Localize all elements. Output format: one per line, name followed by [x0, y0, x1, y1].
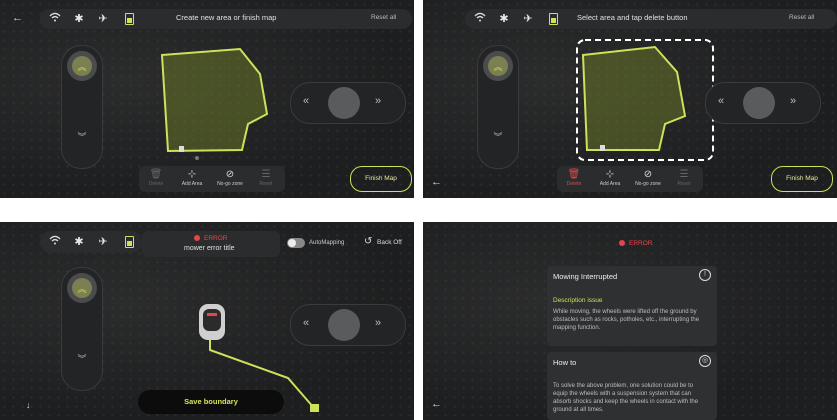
- chevron-down-icon: ︾: [77, 354, 87, 364]
- reset-tool[interactable]: ☰ Reset: [253, 169, 279, 187]
- wifi-icon: [48, 234, 62, 250]
- wifi-icon: [48, 11, 62, 27]
- trash-icon: 🗑: [149, 169, 163, 180]
- joystick-knob[interactable]: [328, 309, 360, 341]
- back-arrow-icon[interactable]: ←: [431, 398, 442, 410]
- error-description-card: Mowing Interrupted ! Description issue W…: [547, 266, 717, 346]
- chevron-up-icon: ︽: [77, 62, 87, 72]
- chevron-right-icon: »: [790, 95, 797, 107]
- error-dot-icon: [619, 240, 625, 246]
- chevron-left-icon: «: [718, 95, 725, 107]
- map-toolbar: 🗑 Delete ⊹ Add Area ⊘ No-go zone ☰ Reset: [557, 166, 703, 192]
- wifi-icon: [473, 11, 487, 27]
- horizontal-joystick[interactable]: « »: [290, 82, 406, 124]
- reset-icon: ☰: [261, 169, 271, 180]
- add-area-tool[interactable]: ⊹ Add Area: [179, 169, 205, 187]
- chevron-left-icon: «: [303, 95, 310, 107]
- reset-all-button[interactable]: Reset all: [371, 14, 396, 21]
- mapping-error-screen: ✱ ✈ ERROR mower error title AutoMapping …: [0, 222, 414, 420]
- chevron-up-icon: ︽: [77, 284, 87, 294]
- card-title: Mowing Interrupted: [553, 272, 618, 281]
- satellite-icon: ✈: [98, 236, 108, 248]
- how-to-text: To solve the above problem, one solution…: [553, 383, 699, 413]
- finish-map-button[interactable]: Finish Map: [350, 166, 412, 192]
- card-title: How to: [553, 358, 577, 367]
- map-toolbar: 🗑 Delete ⊹ Add Area ⊘ No-go zone ☰ Reset: [139, 166, 285, 192]
- horizontal-joystick[interactable]: « »: [705, 82, 821, 124]
- satellite-icon: ✈: [98, 13, 108, 25]
- lifebuoy-icon: ◎: [699, 355, 711, 367]
- chevron-up-icon: ︽: [493, 62, 503, 72]
- bluetooth-icon: ✱: [499, 13, 509, 25]
- battery-icon: [549, 13, 558, 25]
- description-text: While moving, the wheels were lifted off…: [553, 309, 700, 331]
- error-title: mower error title: [184, 245, 235, 252]
- warning-icon: !: [699, 269, 711, 281]
- automapping-label: AutoMapping: [309, 240, 345, 246]
- map-create-screen: ← ✱ ✈ Create new area or finish map Rese…: [0, 0, 414, 198]
- reset-icon: ☰: [679, 169, 689, 180]
- trash-icon: 🗑: [567, 169, 581, 180]
- no-entry-icon: ⊘: [225, 169, 235, 180]
- description-heading: Description issue: [553, 297, 603, 304]
- battery-icon: [125, 13, 134, 25]
- instruction-title: Select area and tap delete button: [577, 13, 688, 22]
- map-area-selected[interactable]: [575, 38, 715, 166]
- satellite-icon: ✈: [523, 13, 533, 25]
- horizontal-joystick[interactable]: « »: [290, 304, 406, 346]
- bluetooth-icon: ✱: [74, 13, 84, 25]
- chevron-down-icon: ︾: [493, 132, 503, 142]
- bluetooth-icon: ✱: [74, 236, 84, 248]
- no-entry-icon: ⊘: [643, 169, 653, 180]
- vertical-joystick[interactable]: ︽ ︾: [61, 267, 103, 391]
- vertical-joystick[interactable]: ︽ ︾: [477, 45, 519, 169]
- automapping-toggle[interactable]: [287, 238, 305, 248]
- finish-map-button[interactable]: Finish Map: [771, 166, 833, 192]
- back-off-icon[interactable]: ↺: [364, 236, 372, 247]
- map-select-screen: ✱ ✈ Select area and tap delete button Re…: [423, 0, 837, 198]
- add-area-icon: ⊹: [187, 169, 197, 180]
- error-header: ERROR: [619, 240, 652, 247]
- delete-tool[interactable]: 🗑 Delete: [143, 169, 169, 187]
- vertical-joystick[interactable]: ︽ ︾: [61, 45, 103, 169]
- status-bar: ✱ ✈ Create new area or finish map Reset …: [40, 9, 412, 29]
- chevron-right-icon: »: [375, 317, 382, 329]
- no-go-zone-tool[interactable]: ⊘ No-go zone: [635, 169, 661, 187]
- add-area-icon: ⊹: [605, 169, 615, 180]
- back-off-button[interactable]: Back Off: [377, 239, 402, 246]
- back-arrow-icon[interactable]: ←: [12, 12, 23, 24]
- mower-icon: [199, 304, 225, 340]
- battery-icon: [125, 236, 134, 248]
- error-label: ERROR: [194, 235, 227, 242]
- status-bar: ✱ ✈ Select area and tap delete button Re…: [465, 9, 837, 29]
- map-area[interactable]: [150, 42, 280, 167]
- save-boundary-button[interactable]: Save boundary: [138, 390, 284, 414]
- delete-tool[interactable]: 🗑 Delete: [561, 169, 587, 187]
- status-bar: ✱ ✈: [40, 231, 142, 253]
- how-to-card: How to ◎ To solve the above problem, one…: [547, 352, 717, 420]
- no-go-zone-tool[interactable]: ⊘ No-go zone: [217, 169, 243, 187]
- add-area-tool[interactable]: ⊹ Add Area: [597, 169, 623, 187]
- reset-all-button[interactable]: Reset all: [789, 14, 814, 21]
- joystick-knob[interactable]: [743, 87, 775, 119]
- back-arrow-icon[interactable]: ←: [431, 176, 442, 188]
- chevron-down-icon: ︾: [77, 132, 87, 142]
- joystick-knob[interactable]: [328, 87, 360, 119]
- error-dot-icon: [194, 235, 200, 241]
- error-banner[interactable]: ERROR mower error title: [142, 231, 280, 257]
- chevron-left-icon: «: [303, 317, 310, 329]
- reset-tool[interactable]: ☰ Reset: [671, 169, 697, 187]
- arrow-down-icon[interactable]: ↓: [26, 400, 31, 410]
- instruction-title: Create new area or finish map: [176, 13, 277, 22]
- chevron-right-icon: »: [375, 95, 382, 107]
- error-detail-screen: ERROR Mowing Interrupted ! Description i…: [423, 222, 837, 420]
